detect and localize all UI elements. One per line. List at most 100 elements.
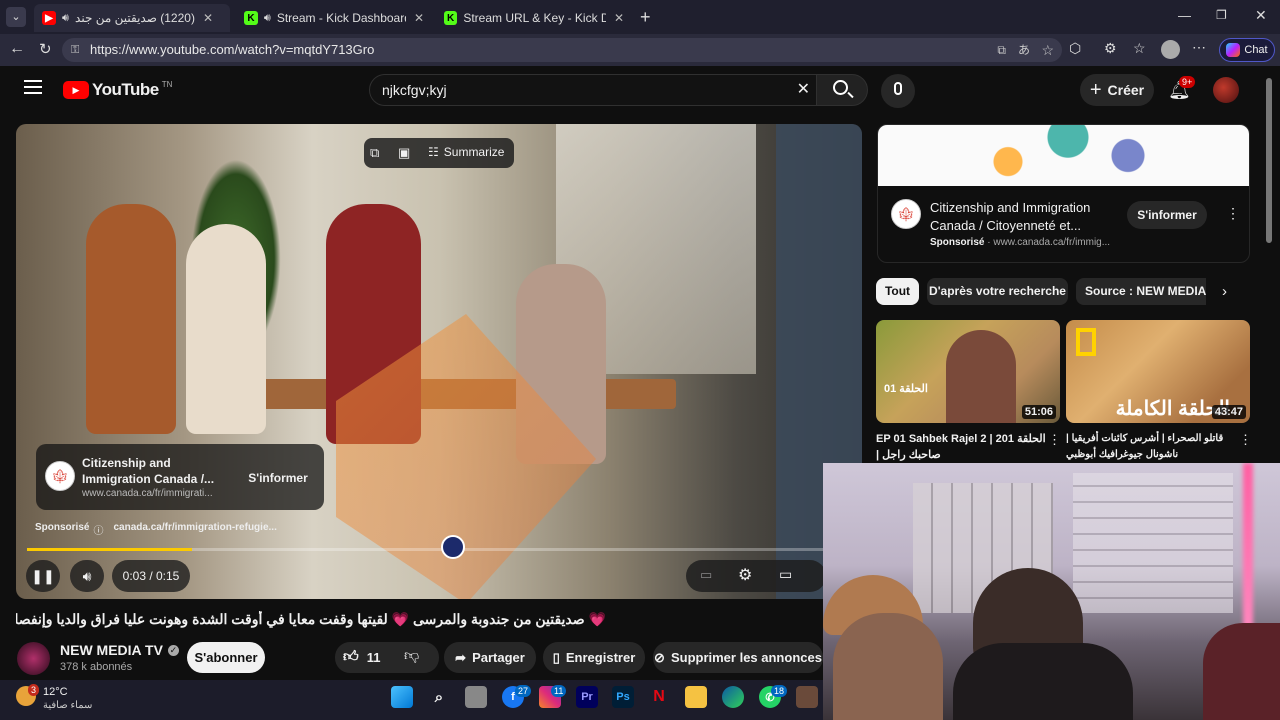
settings-gear-icon[interactable]: ⚙ <box>738 565 752 585</box>
sidebar-ad-meta: Sponsorisé · www.canada.ca/fr/immig... <box>930 237 1111 248</box>
close-window-button[interactable]: ✕ <box>1255 7 1267 24</box>
related-video-title[interactable]: قاتلو الصحراء | أشرس كائنات أفريقيا | نا… <box>1066 431 1236 463</box>
minimize-button[interactable]: — <box>1178 8 1191 23</box>
more-options-icon[interactable]: ⋮ <box>1048 432 1061 448</box>
title-line: EP 01 Sahbek Rajel 2 | 201 الحلقة <box>876 433 1046 445</box>
performance-icon[interactable]: ⚙ <box>1104 40 1117 57</box>
photoshop-icon[interactable]: Ps <box>612 686 634 708</box>
speaker-icon[interactable]: 🔊︎ <box>62 12 69 25</box>
tab-actions-menu-icon[interactable]: ⌄ <box>6 7 26 27</box>
channel-info[interactable]: NEW MEDIA TV ✓ 378 k abonnés <box>60 642 179 673</box>
site-info-icon[interactable]: ⚿ <box>71 38 79 62</box>
channel-name[interactable]: NEW MEDIA TV <box>60 642 163 658</box>
chip-source[interactable]: Source : NEW MEDIA TV <box>1076 278 1206 305</box>
block-icon: ⊘ <box>654 649 665 665</box>
favorite-star-icon[interactable]: ☆ <box>1041 38 1054 62</box>
pause-button[interactable]: ❚❚ <box>26 560 60 592</box>
netflix-icon[interactable]: N <box>648 686 670 708</box>
remove-ads-button[interactable]: ⊘ Supprimer les annonces <box>653 642 823 673</box>
tab-kick-stream-key[interactable]: K Stream URL & Key - Kick Dashboar ✕ <box>436 4 632 32</box>
player-ad-cta[interactable]: S'informer <box>236 466 320 490</box>
extensions-icon[interactable]: ⬡ <box>1069 40 1081 57</box>
page-scrollbar[interactable] <box>1266 78 1272 243</box>
refresh-icon[interactable]: ↻ <box>39 40 52 58</box>
video-thumbnail[interactable]: الحلقة 01 51:06 <box>876 320 1060 423</box>
maximize-button[interactable]: ❐ <box>1216 8 1227 22</box>
search-icon[interactable]: ⌕ <box>428 686 450 708</box>
banner-art <box>968 125 1168 186</box>
channel-watermark-icon[interactable] <box>441 535 465 559</box>
title-line: صاحبك راجل | <box>876 449 941 461</box>
title-line: ناشونال جيوغرافيك أبوظبي <box>1066 449 1179 460</box>
share-button[interactable]: ➦ Partager <box>444 642 536 673</box>
time-display: 0:03 / 0:15 <box>112 560 190 592</box>
profile-avatar[interactable] <box>1161 40 1180 59</box>
search-button[interactable] <box>816 74 868 106</box>
sponsored-row: Sponsorisé ⓘ canada.ca/fr/immigration-re… <box>35 522 277 537</box>
voice-search-button[interactable] <box>881 74 915 108</box>
tab-youtube[interactable]: ▶ 🔊︎ (1220) صديقتين من جندوبة وال... ✕ <box>34 4 230 32</box>
chip-from-search[interactable]: D'après votre recherche <box>927 278 1068 305</box>
pip-icon[interactable]: ⧉ <box>370 145 379 161</box>
windows-start-icon[interactable] <box>391 686 413 708</box>
volume-button[interactable]: 🔊︎ <box>70 560 104 592</box>
app-icon[interactable] <box>796 686 818 708</box>
video-thumbnail[interactable]: الحلقة الكاملة 43:47 <box>1066 320 1250 423</box>
open-in-app-icon[interactable]: ⧉ <box>997 38 1006 62</box>
close-tab-icon[interactable]: ✕ <box>203 11 213 25</box>
address-bar[interactable]: ⚿ https://www.youtube.com/watch?v=mqtdY7… <box>62 38 1062 62</box>
more-options-icon[interactable]: ⋮ <box>1239 432 1252 448</box>
channel-avatar[interactable] <box>17 642 50 675</box>
file-explorer-icon[interactable] <box>685 686 707 708</box>
subscribe-button[interactable]: S'abonner <box>187 642 265 673</box>
create-button[interactable]: + Créer <box>1080 74 1154 106</box>
player-ad-card[interactable]: 🍁︎ Citizenship and Immigration Canada /.… <box>36 444 324 510</box>
edge-icon[interactable] <box>722 686 744 708</box>
clear-search-icon[interactable]: ✕ <box>797 75 810 105</box>
ad-title-line: Citizenship and Immigration <box>930 200 1091 215</box>
premiere-icon[interactable]: Pr <box>576 686 598 708</box>
new-tab-button[interactable]: + <box>640 7 651 28</box>
summarize-button[interactable]: ☷ Summarize <box>428 145 504 159</box>
sidebar-ad-card[interactable]: 🍁︎ Citizenship and Immigration Canada / … <box>877 124 1250 263</box>
close-tab-icon[interactable]: ✕ <box>414 11 424 25</box>
sidebar-ad-cta[interactable]: S'informer <box>1127 201 1207 229</box>
chevron-right-icon[interactable]: › <box>1222 283 1227 300</box>
chip-all[interactable]: Tout <box>876 278 919 305</box>
weather-text: سماء صافية <box>43 700 93 711</box>
canada-flag-icon: 🍁︎ <box>891 199 921 229</box>
favorites-icon[interactable]: ☆ <box>1133 40 1146 57</box>
capture-icon[interactable]: ▣ <box>398 145 410 161</box>
video-player[interactable]: ⧉ ▣ ☷ Summarize 🍁︎ Citizenship and Immig… <box>16 124 862 599</box>
dislike-button[interactable]: 👎︎ <box>404 647 419 665</box>
menu-icon[interactable] <box>24 80 42 94</box>
country-code: TN <box>161 80 173 89</box>
subtitles-icon[interactable]: ▭ <box>700 567 712 583</box>
more-menu-icon[interactable]: ⋯ <box>1192 39 1206 56</box>
tab-kick-stream[interactable]: K 🔊︎ Stream - Kick Dashboard ✕ <box>236 4 432 32</box>
more-options-icon[interactable]: ⋮ <box>1226 205 1240 222</box>
notification-badge: 9+ <box>1179 76 1196 88</box>
progress-bar[interactable] <box>27 548 851 551</box>
search-input[interactable]: njkcfgv;kyj ✕ <box>369 74 817 106</box>
info-icon[interactable]: ⓘ <box>93 522 103 537</box>
translate-icon[interactable]: あ <box>1018 38 1030 62</box>
ad-link[interactable]: canada.ca/fr/immigration-refugie... <box>113 522 276 537</box>
theater-mode-icon[interactable]: ▭ <box>779 566 792 583</box>
weather-badge: 3 <box>28 684 40 696</box>
search-icon-handle <box>847 91 854 99</box>
close-tab-icon[interactable]: ✕ <box>614 11 624 25</box>
save-button[interactable]: ▯ Enregistrer <box>543 642 645 673</box>
copilot-chat-button[interactable]: Chat <box>1219 38 1275 62</box>
related-video-title[interactable]: EP 01 Sahbek Rajel 2 | 201 الحلقة صاحبك … <box>876 431 1046 463</box>
task-view-icon[interactable] <box>465 686 487 708</box>
youtube-logo[interactable]: ▶ YouTube TN <box>63 80 172 100</box>
notifications-button[interactable]: 🔔︎ 9+ <box>1168 76 1196 101</box>
mic-icon <box>894 82 902 95</box>
like-button[interactable]: 👍︎ 11 <box>343 648 380 666</box>
back-icon[interactable]: ← <box>9 40 25 58</box>
verified-icon: ✓ <box>167 644 179 656</box>
account-avatar[interactable] <box>1213 77 1239 103</box>
logo-text: YouTube <box>92 80 159 99</box>
speaker-icon[interactable]: 🔊︎ <box>264 12 271 25</box>
